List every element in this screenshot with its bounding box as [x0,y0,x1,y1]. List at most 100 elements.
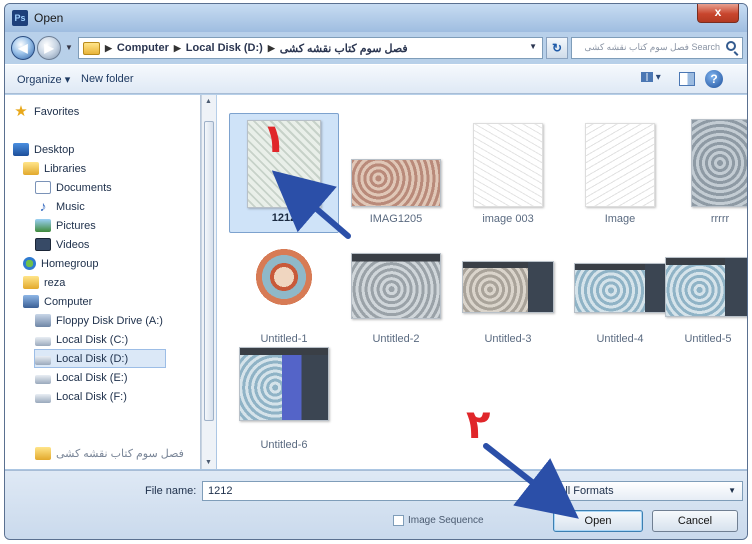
close-button[interactable]: x [697,4,739,23]
file-name: Untitled-2 [372,333,420,345]
cancel-button[interactable]: Cancel [652,510,738,532]
nav-label: Favorites [34,105,80,118]
nav-label: Documents [56,181,112,194]
file-tile-untitled-2[interactable]: Untitled-2 [341,233,451,353]
nav-disk-f[interactable]: Local Disk (F:) [35,388,127,405]
nav-label: Local Disk (E:) [56,371,128,384]
step-marker-2: ۲ [466,402,491,448]
file-tile-imag1205[interactable]: IMAG1205 [341,113,451,233]
address-bar[interactable]: ▶ Computer ▶ Local Disk (D:) ▶ فصل سوم ک… [78,37,543,59]
address-row: ◀ ▶ ▼ ▶ Computer ▶ Local Disk (D:) ▶ فصل… [5,32,747,64]
file-type-select[interactable]: All Formats ▼ [552,481,743,501]
chevron-right-icon: ▶ [267,42,275,53]
dialog-title: Open [34,11,64,25]
hard-disk-icon [35,393,51,403]
file-tile-image[interactable]: Image [565,113,675,233]
search-input[interactable]: Search فصل سوم کتاب نقشه کشی [571,37,743,59]
nav-libraries[interactable]: Libraries [23,160,86,177]
folder-icon [35,447,51,460]
nav-computer[interactable]: Computer [23,293,92,310]
nav-disk-c[interactable]: Local Disk (C:) [35,331,128,348]
libraries-icon [23,162,39,175]
title-bar: Ps Open x [5,4,747,32]
pictures-icon [35,219,51,232]
nav-desktop[interactable]: Desktop [13,141,74,158]
file-tile-untitled-6[interactable]: Untitled-6 [229,339,339,459]
file-thumbnail [585,123,655,207]
file-thumbnail [249,241,319,321]
file-tile-untitled-5[interactable]: Untitled-5 [653,233,747,353]
breadcrumb-computer[interactable]: Computer [117,42,169,54]
nav-label: Computer [44,295,93,308]
desktop-icon [13,143,29,156]
chevron-right-icon: ▶ [173,42,181,53]
search-icon[interactable] [726,41,736,51]
file-tile-untitled-3[interactable]: Untitled-3 [453,233,563,353]
user-folder-icon [23,276,39,289]
new-folder-button[interactable]: New folder [81,73,134,85]
checkbox-box[interactable] [393,515,404,526]
nav-label: Local Disk (F:) [56,390,127,403]
nav-user-folder[interactable]: reza [23,274,65,291]
nav-label: Libraries [44,162,87,175]
breadcrumb-current-folder[interactable]: فصل سوم کتاب نقشه کشی [280,42,408,55]
nav-pictures[interactable]: Pictures [35,217,96,234]
nav-current-folder[interactable]: فصل سوم کتاب نقشه کشی [35,445,184,462]
recent-pages-dropdown[interactable]: ▼ [65,43,73,52]
breadcrumb-local-disk-d[interactable]: Local Disk (D:) [186,42,263,54]
folder-icon [83,41,100,55]
file-name: 1212 [271,212,297,224]
file-thumbnail [473,123,543,207]
image-sequence-label: Image Sequence [408,515,484,526]
open-button[interactable]: Open [553,510,643,532]
image-sequence-checkbox[interactable]: Image Sequence [393,515,484,526]
nav-documents[interactable]: Documents [35,179,112,196]
chevron-down-icon: ▼ [728,486,736,495]
nav-music[interactable]: ♪ Music [35,198,85,215]
scroll-down-icon[interactable]: ▼ [205,459,212,466]
file-thumbnail [462,261,554,313]
file-name-input[interactable]: 1212 [202,481,547,501]
file-tile-image003[interactable]: image 003 [453,113,563,233]
nav-homegroup[interactable]: Homegroup [23,255,98,272]
nav-label: Desktop [34,143,75,156]
nav-label: Local Disk (D:) [56,352,129,365]
file-tile-untitled-1[interactable]: Untitled-1 [229,233,339,353]
nav-label: Floppy Disk Drive (A:) [56,314,163,327]
scrollbar-thumb[interactable] [204,121,214,421]
music-icon: ♪ [39,198,47,214]
documents-icon [35,181,51,194]
file-name: Untitled-6 [260,439,308,451]
photoshop-app-icon: Ps [12,10,28,26]
file-type-value: All Formats [558,485,614,497]
file-name-panel: File name: 1212 All Formats ▼ Image Sequ… [5,470,747,539]
file-name: Untitled-5 [684,333,732,345]
refresh-button[interactable]: ↻ [546,37,568,59]
floppy-drive-icon [35,314,51,327]
nav-disk-e[interactable]: Local Disk (E:) [35,369,128,386]
forward-button[interactable]: ▶ [37,36,61,60]
open-dialog: Ps Open x ◀ ▶ ▼ ▶ Computer ▶ Local Disk … [4,3,748,540]
navigation-scrollbar[interactable]: ▲ ▼ [201,95,216,469]
organize-button[interactable]: Organize ▾ [17,73,70,86]
step-marker-1: ۱ [262,116,287,162]
nav-label: Videos [56,238,90,251]
preview-pane-button[interactable] [679,72,695,86]
nav-favorites[interactable]: ★ Favorites [13,103,79,120]
star-icon: ★ [14,103,28,120]
chevron-right-icon: ▶ [105,42,112,53]
help-icon[interactable]: ? [705,70,723,88]
nav-disk-d[interactable]: Local Disk (D:) [34,349,166,368]
file-name: image 003 [482,213,534,225]
file-name-label: File name: [145,485,197,497]
hard-disk-icon [35,336,51,346]
scroll-up-icon[interactable]: ▲ [205,98,212,105]
back-button[interactable]: ◀ [11,36,35,60]
change-view-button[interactable]: ▾ [641,72,669,88]
nav-videos[interactable]: Videos [35,236,89,253]
address-dropdown-icon[interactable]: ▼ [529,42,537,51]
file-tile-rrrrr[interactable]: rrrrr [665,113,747,233]
command-toolbar: Organize ▾ New folder ▾ ? [5,64,747,94]
nav-floppy-drive[interactable]: Floppy Disk Drive (A:) [35,312,163,329]
file-thumbnail [239,347,329,421]
